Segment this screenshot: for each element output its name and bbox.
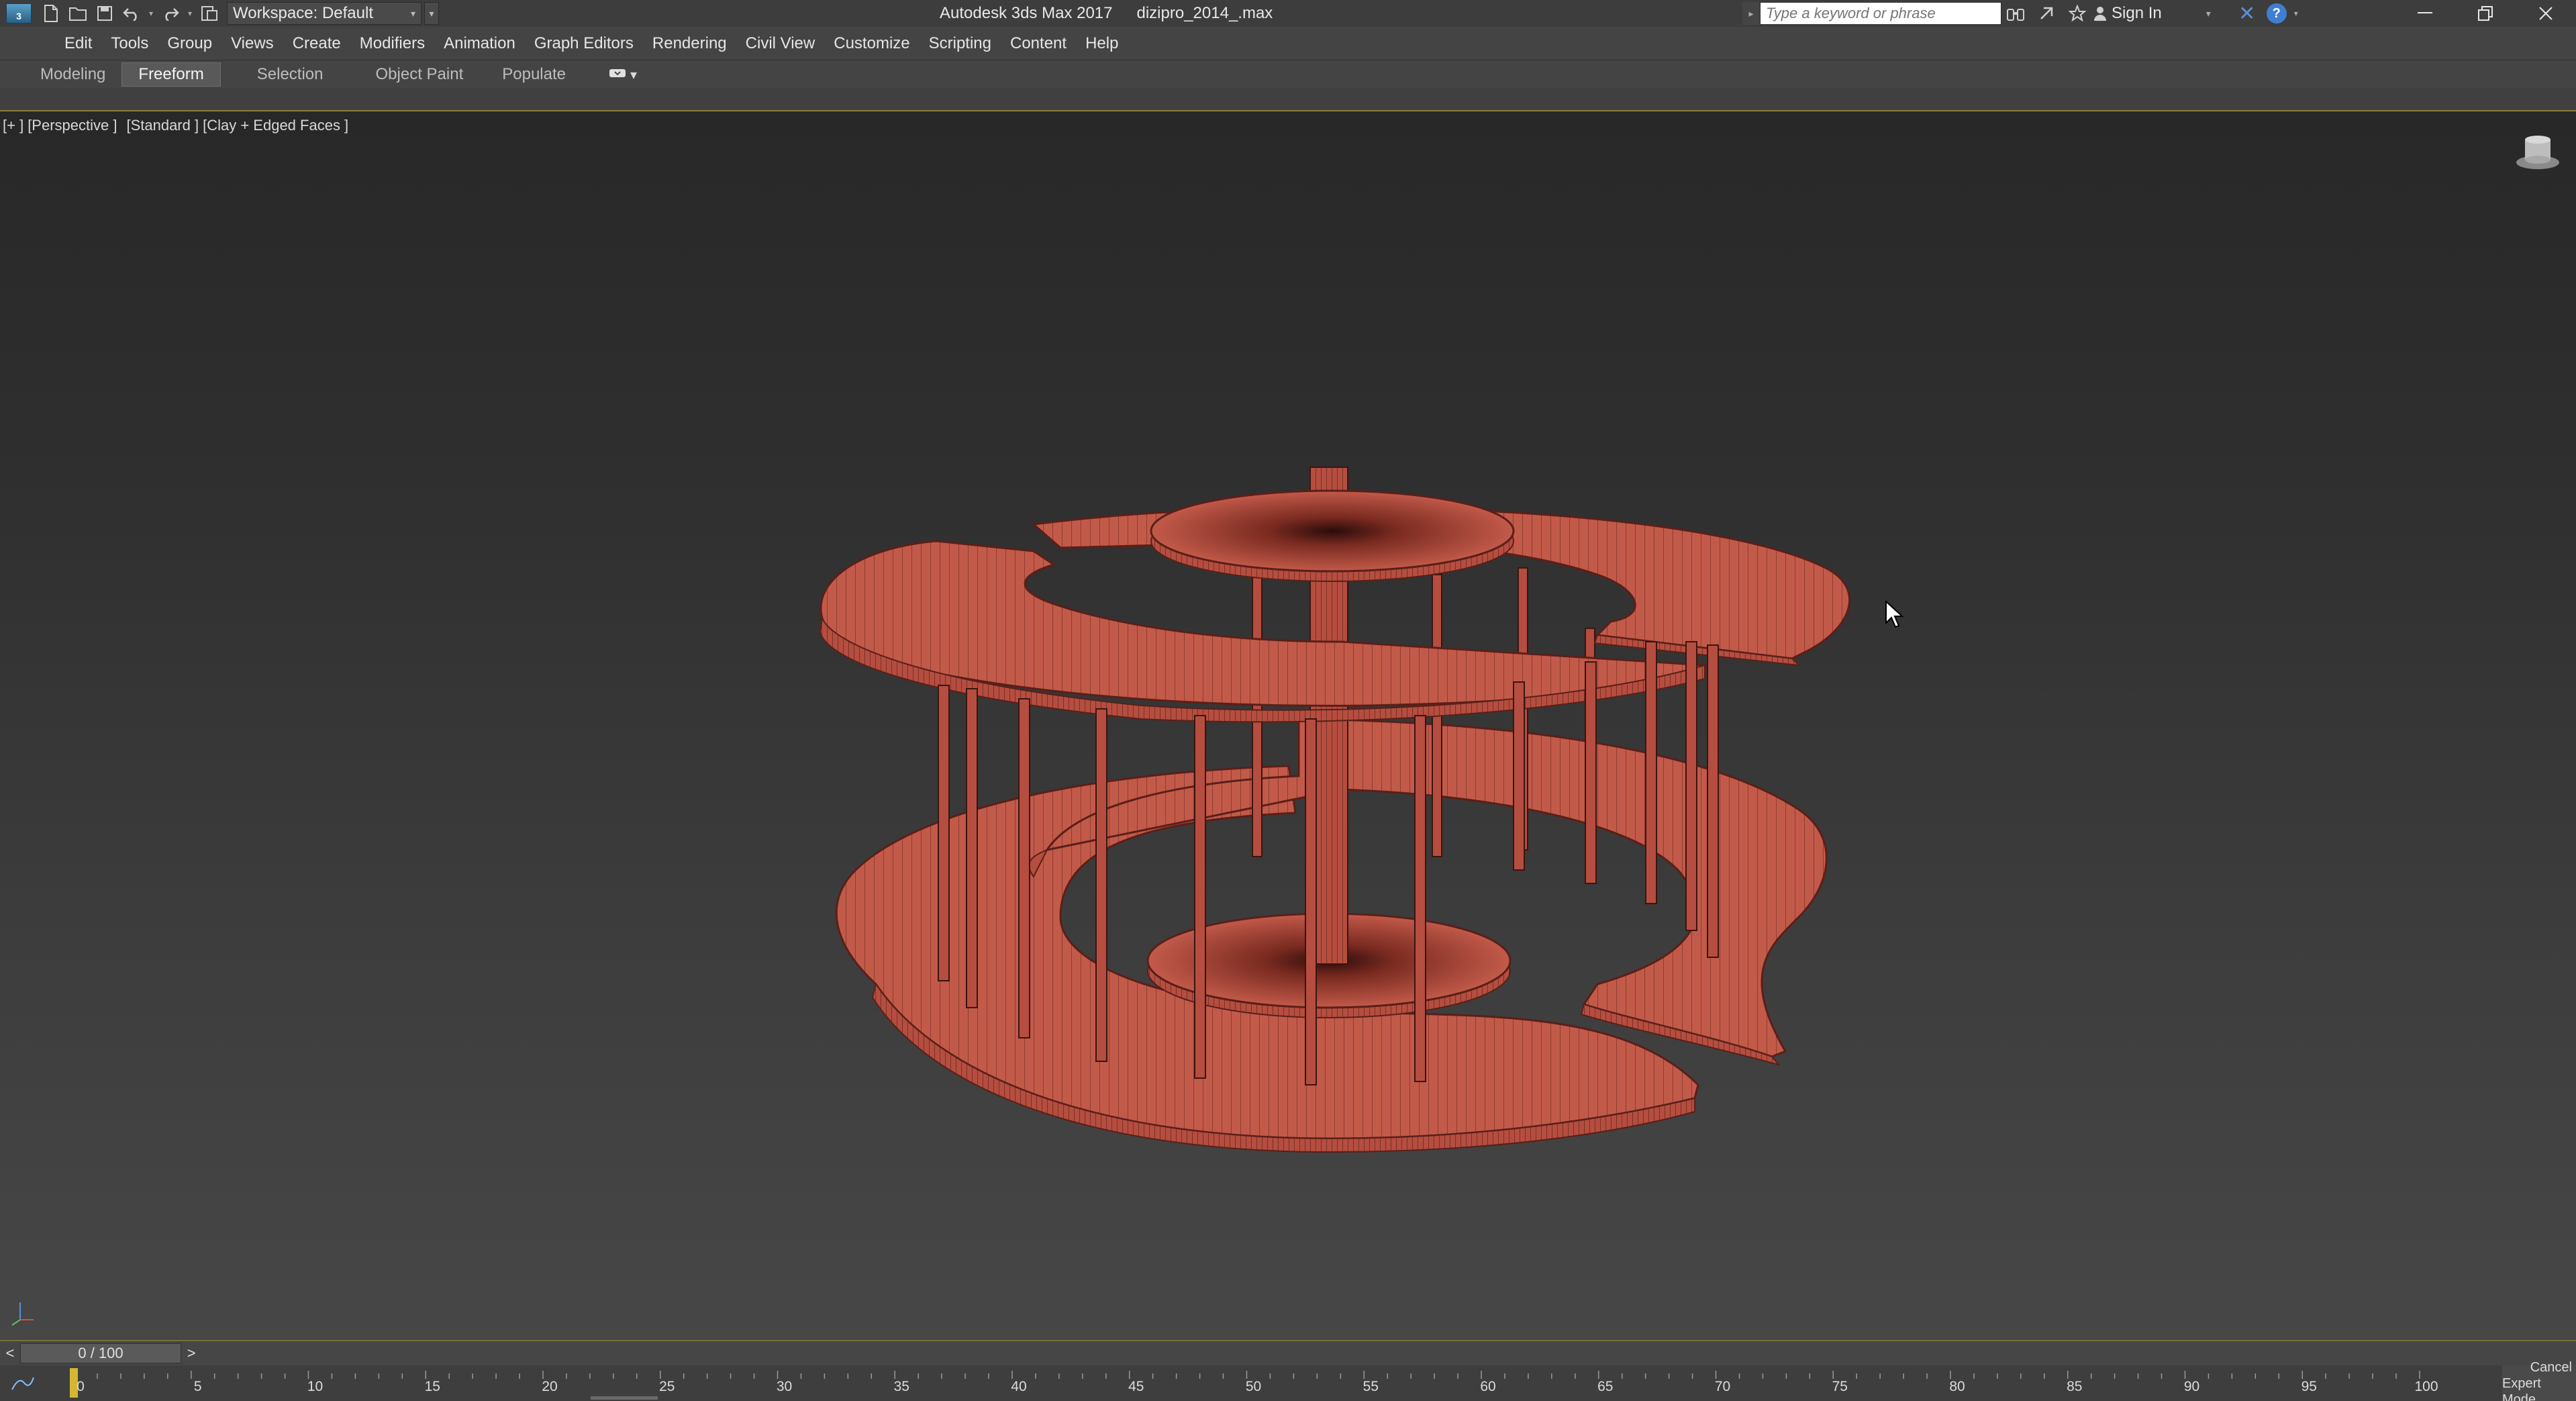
workspace-label: Workspace: Default <box>233 4 373 22</box>
autodesk-exchange-icon[interactable]: ✕ <box>2231 0 2263 27</box>
menu-civil-view[interactable]: Civil View <box>736 27 825 60</box>
menu-create[interactable]: Create <box>283 27 350 60</box>
tab-selection[interactable]: Selection <box>241 62 340 87</box>
frame-tick-label: 25 <box>659 1379 675 1394</box>
mouse-cursor-icon <box>1885 600 1904 628</box>
star-icon[interactable] <box>2062 0 2093 27</box>
cancel-expert-mode-button[interactable]: Cancel Expert Mode <box>2502 1360 2576 1401</box>
open-file-icon[interactable] <box>64 0 91 27</box>
time-slider-thumb[interactable]: 0 / 100 <box>20 1343 181 1363</box>
axis-tripod-icon <box>11 1302 34 1326</box>
frame-tick-label: 30 <box>776 1379 793 1394</box>
help-icon[interactable]: ? <box>2263 0 2290 27</box>
project-icon[interactable] <box>196 0 223 27</box>
time-prev-button[interactable]: < <box>0 1341 20 1365</box>
frame-tick-label: 40 <box>1011 1379 1027 1394</box>
frame-tick-label: 5 <box>193 1379 202 1394</box>
frame-tick-label: 10 <box>307 1379 324 1394</box>
restore-button[interactable] <box>2455 0 2516 27</box>
frame-tick-label: 45 <box>1128 1379 1144 1394</box>
app-window: 3 ▾ ▾ Workspace: Default ▾ ▾ Autodesk 3d… <box>0 0 2576 1401</box>
search-expand-icon[interactable]: ▸ <box>1742 2 1760 25</box>
menu-group[interactable]: Group <box>158 27 221 60</box>
menu-edit[interactable]: Edit <box>55 27 101 60</box>
ribbon-options-button[interactable]: ▾ <box>609 66 637 83</box>
subscription-icon[interactable] <box>2031 0 2062 27</box>
menu-rendering[interactable]: Rendering <box>643 27 736 60</box>
menu-modifiers[interactable]: Modifiers <box>350 27 434 60</box>
frame-tick-label: 100 <box>2414 1379 2438 1394</box>
menu-help[interactable]: Help <box>1076 27 1128 60</box>
perspective-viewport[interactable]: [+ ] [Perspective ] [Standard ] [Clay + … <box>0 111 2576 1341</box>
redo-icon[interactable] <box>157 0 184 27</box>
menu-content[interactable]: Content <box>1001 27 1076 60</box>
logo-letter: 3 <box>16 11 21 21</box>
chevron-down-icon: ▾ <box>410 7 415 19</box>
frame-tick-label: 90 <box>2183 1379 2200 1394</box>
menu-bar: Edit Tools Group Views Create Modifiers … <box>0 27 2576 60</box>
title-bar: 3 ▾ ▾ Workspace: Default ▾ ▾ Autodesk 3d… <box>0 0 2576 27</box>
track-bar[interactable]: 0 5 10 15 20 25 30 35 40 45 50 55 60 65 70 75 80 85 90 95 10… <box>0 1360 2576 1401</box>
frame-tick-label: 15 <box>424 1379 440 1394</box>
frame-tick-label: 95 <box>2301 1379 2317 1394</box>
frame-tick-label: 35 <box>893 1379 909 1394</box>
frame-tick-label: 60 <box>1480 1379 1496 1394</box>
app-name: Autodesk 3ds Max 2017 <box>940 4 1113 22</box>
frame-tick-label: 85 <box>2067 1379 2083 1394</box>
ribbon-tab-bar: Modeling Freeform Selection Object Paint… <box>0 60 2576 89</box>
ribbon-panel-collapsed[interactable] <box>0 89 2576 111</box>
close-button[interactable] <box>2516 0 2576 27</box>
tab-freeform[interactable]: Freeform <box>121 62 221 87</box>
search-input[interactable] <box>1760 2 2001 25</box>
quick-access-customize-icon[interactable]: ▾ <box>424 2 439 25</box>
redo-dropdown-icon[interactable]: ▾ <box>184 0 196 27</box>
undo-icon[interactable] <box>118 0 145 27</box>
frame-tick-label: 65 <box>1597 1379 1614 1394</box>
minimize-button[interactable] <box>2395 0 2455 27</box>
frame-tick-label: 55 <box>1363 1379 1379 1394</box>
menu-scripting[interactable]: Scripting <box>920 27 1001 60</box>
sign-in-button[interactable]: Sign In ▾ <box>2093 4 2231 23</box>
new-file-icon[interactable] <box>38 0 64 27</box>
ribbon-minimize-icon <box>609 69 626 77</box>
app-menu-button[interactable]: 3 <box>0 0 38 27</box>
chevron-down-icon: ▾ <box>630 67 638 83</box>
tab-populate[interactable]: Populate <box>486 62 582 87</box>
top-center-disk <box>1150 489 1515 582</box>
binoculars-icon[interactable] <box>2000 0 2031 27</box>
pavilion-model[interactable] <box>0 111 2576 1341</box>
menu-views[interactable]: Views <box>221 27 283 60</box>
menu-graph-editors[interactable]: Graph Editors <box>525 27 643 60</box>
infocenter-search: ▸ <box>1742 2 2001 25</box>
infocenter-tools: Sign In ▾ ✕ ? ▾ <box>2000 0 2302 27</box>
undo-dropdown-icon[interactable]: ▾ <box>145 0 157 27</box>
workspace-dropdown[interactable]: Workspace: Default ▾ <box>227 2 422 25</box>
expert-mode-label: Expert Mode <box>2502 1375 2541 1401</box>
help-dropdown-icon[interactable]: ▾ <box>2290 0 2302 27</box>
file-name: dizipro_2014_.max <box>1136 4 1273 22</box>
window-title: Autodesk 3ds Max 2017 dizipro_2014_.max <box>940 0 1273 27</box>
app-logo-icon: 3 <box>6 3 32 23</box>
frame-tick-label: 20 <box>542 1379 558 1394</box>
menu-customize[interactable]: Customize <box>824 27 919 60</box>
frame-tick-label: 70 <box>1714 1379 1731 1394</box>
track-scroll-indicator[interactable] <box>591 1396 658 1400</box>
sign-in-label: Sign In <box>2112 4 2162 22</box>
user-icon <box>2094 7 2106 21</box>
tab-modeling[interactable]: Modeling <box>24 62 121 87</box>
chevron-down-icon: ▾ <box>2206 7 2211 19</box>
time-slider-track[interactable] <box>201 1341 2576 1365</box>
frame-tick-label: 80 <box>1949 1379 1965 1394</box>
frame-tick-label: 75 <box>1832 1379 1848 1394</box>
menu-tools[interactable]: Tools <box>101 27 158 60</box>
frame-tick-label: 50 <box>1245 1379 1262 1394</box>
cancel-label: Cancel <box>2530 1359 2572 1375</box>
window-controls <box>2395 0 2576 27</box>
time-slider: < 0 / 100 > <box>0 1341 2576 1365</box>
menu-animation[interactable]: Animation <box>434 27 525 60</box>
frame-tick-label: 0 <box>77 1379 85 1394</box>
tab-object-paint[interactable]: Object Paint <box>360 62 480 87</box>
time-next-button[interactable]: > <box>181 1341 201 1365</box>
save-icon[interactable] <box>91 0 118 27</box>
